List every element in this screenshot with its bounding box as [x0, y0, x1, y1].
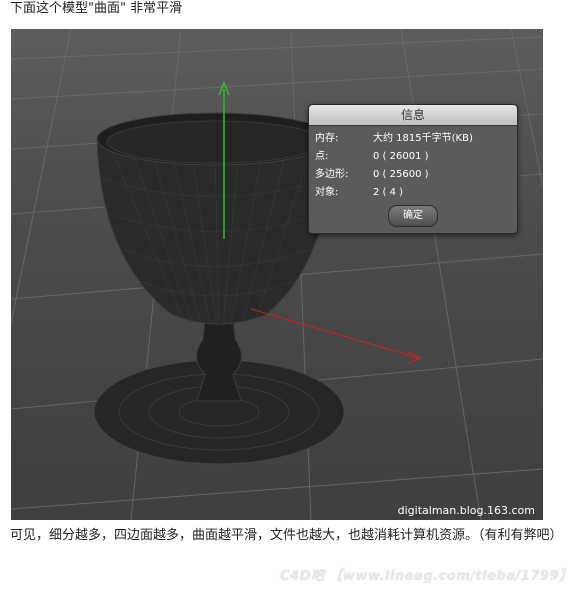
- info-label: 对象:: [315, 187, 339, 198]
- ok-button[interactable]: 确定: [388, 205, 438, 227]
- info-row-memory: 内存: 大约 1815千字节(KB): [315, 131, 511, 147]
- dialog-title: 信息: [309, 105, 517, 126]
- body-paragraph: 可见，细分越多，四边面越多，曲面越平滑，文件也越大，也越消耗计算机资源。（有利有…: [10, 528, 563, 543]
- top-caption: 下面这个模型"曲面" 非常平滑: [10, 1, 183, 16]
- info-value: 0 ( 25600 ): [373, 169, 429, 180]
- goblet-cup: [96, 112, 334, 327]
- goblet-stem: [196, 318, 242, 402]
- viewport-scene: [11, 29, 543, 520]
- info-value: 2 ( 4 ): [373, 187, 404, 198]
- info-value: 0 ( 26001 ): [373, 151, 429, 162]
- info-dialog: 信息 内存: 大约 1815千字节(KB) 点: 0 ( 26001 ) 多边形…: [308, 104, 518, 234]
- 3d-viewport[interactable]: digitalman.blog.163.com 信息 内存: 大约 1815千字…: [11, 29, 543, 520]
- info-label: 内存:: [315, 133, 339, 144]
- viewport-watermark: digitalman.blog.163.com: [397, 504, 535, 517]
- info-value: 大约 1815千字节(KB): [373, 133, 473, 144]
- page: 下面这个模型"曲面" 非常平滑 digitalman.blog.163.com …: [0, 0, 581, 591]
- axis-x: [250, 308, 423, 364]
- info-label: 点:: [315, 151, 329, 162]
- info-row-points: 点: 0 ( 26001 ): [315, 149, 511, 165]
- footer-watermark: C4D吧 【www.lineeg.com/tieba/1799】: [280, 569, 573, 584]
- info-label: 多边形:: [315, 169, 349, 180]
- info-row-polygons: 多边形: 0 ( 25600 ): [315, 167, 511, 183]
- info-row-objects: 对象: 2 ( 4 ): [315, 185, 511, 201]
